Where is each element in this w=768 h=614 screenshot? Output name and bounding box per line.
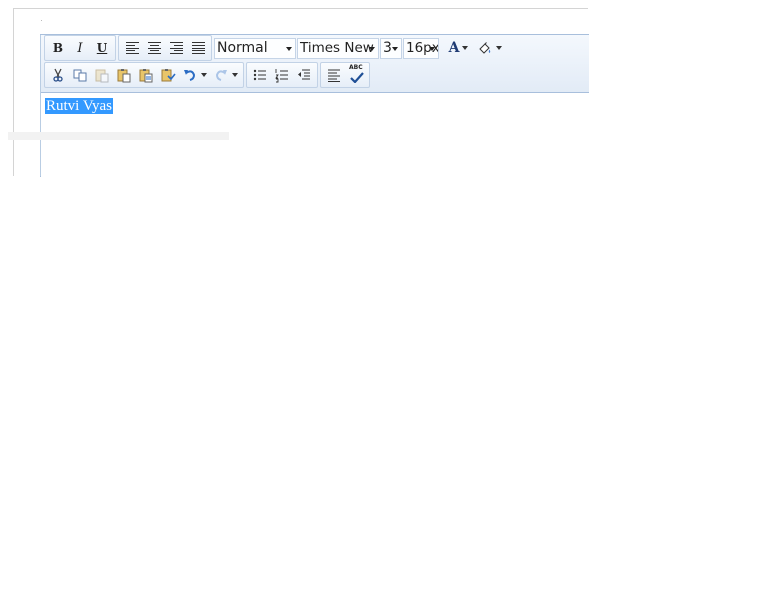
align-center-button[interactable] xyxy=(143,37,165,59)
chevron-down-icon xyxy=(201,73,207,77)
chevron-down-icon xyxy=(496,46,502,50)
font-size-value: 3 xyxy=(383,40,392,56)
align-center-icon xyxy=(147,42,161,54)
font-color-button[interactable]: A xyxy=(443,37,474,59)
alignment-group xyxy=(118,35,212,61)
clipboard-group xyxy=(44,62,244,88)
paste-word-icon xyxy=(139,69,153,83)
page-dot xyxy=(41,20,42,21)
align-right-icon xyxy=(169,42,183,54)
page-frame-left-border xyxy=(13,8,14,176)
font-family-select[interactable]: Times New .. xyxy=(297,37,379,59)
outdent-button[interactable] xyxy=(293,64,315,86)
numbered-list-icon xyxy=(275,69,288,83)
tools-group: ABC xyxy=(320,62,370,88)
toolbar-row-edit: ABC xyxy=(44,62,372,88)
paste-text-icon xyxy=(117,69,131,83)
align-right-button[interactable] xyxy=(165,37,187,59)
undo-icon xyxy=(184,70,196,81)
redo-icon xyxy=(215,70,227,81)
chevron-down-icon xyxy=(462,46,469,50)
undo-button[interactable] xyxy=(179,64,210,86)
chevron-down-icon xyxy=(392,46,398,51)
list-group xyxy=(246,62,318,88)
underline-icon: U xyxy=(96,41,108,55)
justify-icon xyxy=(191,42,205,54)
spellcheck-label: ABC xyxy=(349,64,363,71)
font-color-icon: A xyxy=(448,40,460,56)
chevron-down-icon xyxy=(286,46,292,51)
paragraph-icon xyxy=(328,69,340,82)
paste-text-button[interactable] xyxy=(113,64,135,86)
copy-icon xyxy=(73,69,87,82)
editor-toolbar: B I U Normal Times New .. 3 16px A ABC xyxy=(41,35,589,93)
font-pixel-size-select[interactable]: 16px xyxy=(403,37,439,59)
selected-text[interactable]: Rutvi Vyas xyxy=(45,98,113,114)
bulleted-list-button[interactable] xyxy=(249,64,271,86)
color-group: A xyxy=(440,35,508,61)
editor-left-border xyxy=(40,35,41,176)
outdent-icon xyxy=(298,69,310,80)
paragraph-button[interactable] xyxy=(323,64,345,86)
toolbar-row-formatting: B I U Normal Times New .. 3 16px A xyxy=(44,35,510,61)
align-left-icon xyxy=(125,42,139,54)
cut-icon xyxy=(53,68,63,82)
highlight-color-icon xyxy=(479,42,491,54)
align-left-button[interactable] xyxy=(121,37,143,59)
bulleted-list-icon xyxy=(253,69,266,81)
redo-button[interactable] xyxy=(210,64,241,86)
bold-icon: B xyxy=(52,41,64,55)
highlight-color-button[interactable] xyxy=(474,37,505,59)
chevron-down-icon xyxy=(369,46,375,51)
rich-text-editor: B I U Normal Times New .. 3 16px A ABC R… xyxy=(40,34,589,177)
paste-button[interactable] xyxy=(91,64,113,86)
italic-icon: I xyxy=(77,40,83,56)
cut-button[interactable] xyxy=(47,64,69,86)
paste-special-button[interactable] xyxy=(157,64,179,86)
copy-button[interactable] xyxy=(69,64,91,86)
spellcheck-button[interactable]: ABC xyxy=(345,64,367,86)
paragraph-format-select[interactable]: Normal xyxy=(214,37,296,59)
chevron-down-icon xyxy=(232,73,238,77)
paste-special-icon xyxy=(161,69,176,82)
chevron-down-icon xyxy=(429,46,435,51)
underline-button[interactable]: U xyxy=(91,37,113,59)
bold-button[interactable]: B xyxy=(47,37,69,59)
justify-button[interactable] xyxy=(187,37,209,59)
editor-content-area[interactable]: Rutvi Vyas xyxy=(45,97,113,115)
paragraph-format-value: Normal xyxy=(217,40,268,56)
font-size-select[interactable]: 3 xyxy=(380,37,402,59)
page-frame-top-border xyxy=(13,8,588,9)
numbered-list-button[interactable] xyxy=(271,64,293,86)
loading-bar xyxy=(8,132,229,140)
paste-icon xyxy=(95,69,109,83)
font-family-value: Times New .. xyxy=(300,40,379,56)
italic-button[interactable]: I xyxy=(69,37,91,59)
text-style-group: B I U xyxy=(44,35,116,61)
paste-word-button[interactable] xyxy=(135,64,157,86)
